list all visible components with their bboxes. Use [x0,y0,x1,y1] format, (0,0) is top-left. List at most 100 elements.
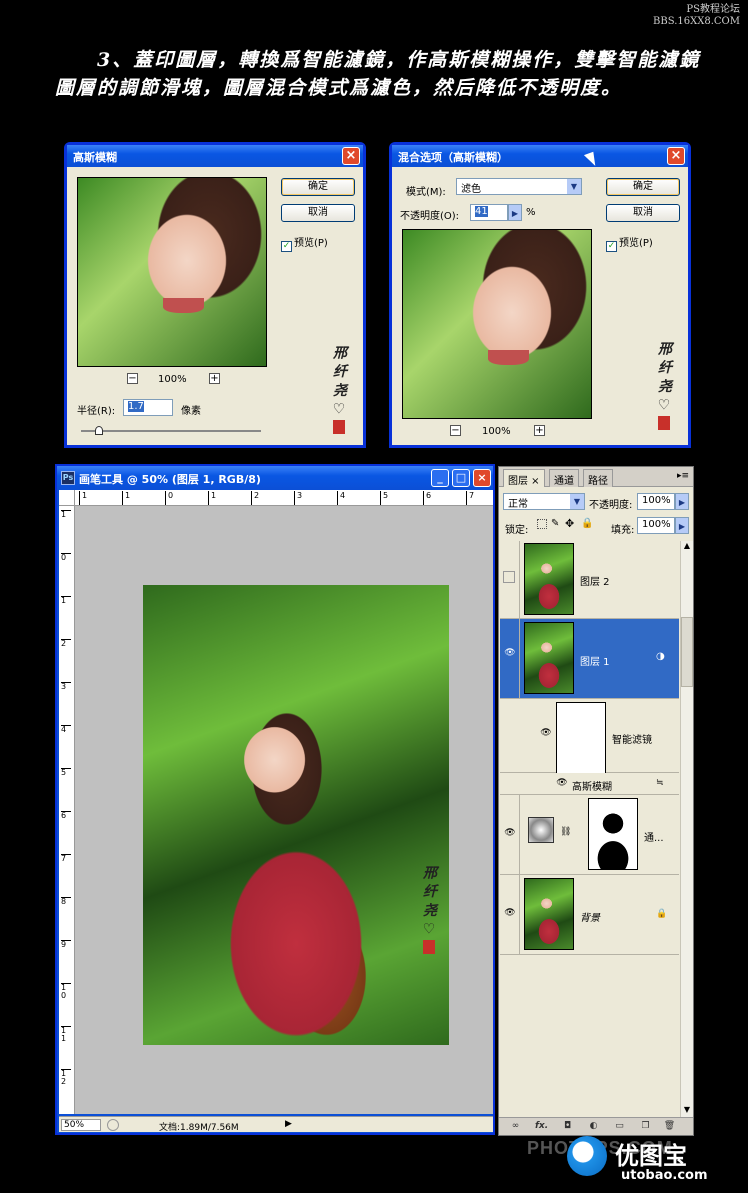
radius-slider-handle[interactable] [95,426,103,435]
ruler-tick-label: 7 [466,491,474,505]
filter-row[interactable]: 👁 高斯模糊 ≒ [500,773,679,795]
ruler-tick-label: 1 [208,491,216,505]
zoom-out-button[interactable]: − [127,373,138,384]
status-icon[interactable] [107,1119,119,1131]
zoom-in-button[interactable]: + [534,425,545,436]
ok-button[interactable]: 确定 [281,178,355,196]
document-title: 画笔工具 @ 50% (图层 1, RGB/8) [79,473,261,486]
ruler-tick-label: 1 [122,491,130,505]
lock-transparency-icon[interactable] [537,519,547,529]
fx-icon[interactable]: fx. [535,1120,548,1133]
document-photo[interactable]: 邢 纤 尧 ♡ [143,585,449,1045]
vertical-ruler[interactable]: 101234567891 01 11 2 [59,506,75,1114]
signature-stamp: 邢 纤 尧 ♡ [419,865,439,954]
layer-name[interactable]: 通... [644,829,664,844]
scroll-thumb[interactable] [681,617,693,687]
tab-layers[interactable]: 图层 × [503,469,545,487]
filter-options-icon[interactable]: ≒ [656,778,664,788]
visibility-toggle[interactable] [500,699,520,772]
filter-mask-thumbnail[interactable] [556,702,606,774]
maximize-button[interactable]: □ [452,469,470,487]
link-icon[interactable]: ⛓ [560,827,571,837]
radius-input[interactable]: 1.7 [123,399,173,416]
document-title-bar[interactable]: Ps 画笔工具 @ 50% (图层 1, RGB/8) _ □ × [57,466,493,490]
lock-all-icon[interactable]: 🔒 [581,518,593,529]
fill-input[interactable]: 100% [637,517,675,534]
layer-row[interactable]: 👁 ⛓ 通... [500,795,679,875]
lock-icon: 🔒 [656,909,668,919]
add-mask-icon[interactable]: ◘ [561,1120,574,1133]
opacity-slider-toggle[interactable]: ▶ [508,204,522,221]
layer-name[interactable]: 图层 2 [580,573,610,588]
radius-slider-track[interactable] [81,426,261,435]
scroll-up-arrow[interactable]: ▲ [681,541,693,553]
layers-scrollbar[interactable]: ▲ ▼ [680,541,693,1117]
smart-filters-label[interactable]: 智能滤镜 [612,731,652,746]
adjustment-thumbnail[interactable] [528,817,554,843]
opacity-slider-toggle[interactable]: ▶ [675,493,689,510]
mode-select[interactable]: 滤色 ▼ [456,178,582,195]
minimize-button[interactable]: _ [431,469,449,487]
layer-row[interactable]: 👁 图层 1 ◑ [500,619,679,699]
status-menu-arrow[interactable]: ▶ [285,1119,292,1129]
ruler-tick-label: 4 [61,725,71,734]
zoom-out-button[interactable]: − [450,425,461,436]
layer-mask-thumbnail[interactable] [588,798,638,870]
horizontal-ruler[interactable]: 11012345678 [75,490,517,506]
tab-channels[interactable]: 通道 [549,469,579,487]
preview-image[interactable] [402,229,592,419]
canvas-area[interactable]: 邢 纤 尧 ♡ [75,506,493,1114]
cancel-button[interactable]: 取消 [606,204,680,222]
close-button[interactable]: × [342,147,360,165]
close-button[interactable]: × [473,469,491,487]
smart-filter-row[interactable]: 👁 智能滤镜 [500,699,679,774]
zoom-in-button[interactable]: + [209,373,220,384]
layer-thumbnail[interactable] [524,878,574,950]
opacity-input[interactable]: 100% [637,493,675,510]
layer-name[interactable]: 背景 [580,909,600,924]
fill-label: 填充: [611,525,635,536]
layer-thumbnail[interactable] [524,543,574,615]
dialog-title-bar[interactable]: 混合选项（高斯模糊） × [392,145,688,167]
ruler-tick-label: 1 [79,491,87,505]
opacity-label: 不透明度: [589,500,633,511]
visibility-toggle[interactable] [500,541,520,618]
lock-label: 锁定: [505,525,529,536]
new-group-icon[interactable]: ▭ [613,1120,626,1133]
opacity-input[interactable]: 41 [470,204,508,221]
ok-button[interactable]: 确定 [606,178,680,196]
ruler-tick-label: 8 [61,897,71,906]
ruler-corner[interactable] [59,490,75,506]
dialog-title-bar[interactable]: 高斯模糊 × [67,145,363,167]
preview-checkbox[interactable]: ✓ 预览(P) [606,234,653,252]
blend-mode-select[interactable]: 正常 ▼ [503,493,585,510]
zoom-level: 100% [158,374,187,385]
panel-menu-icon[interactable]: ▸≡ [677,471,689,481]
layer-row[interactable]: 👁 背景 🔒 [500,875,679,955]
close-button[interactable]: × [667,147,685,165]
cancel-button[interactable]: 取消 [281,204,355,222]
gaussian-blur-dialog: 高斯模糊 × 确定 取消 ✓ 预览(P) − 100% + 半径(R): 1.7 … [64,142,366,448]
trash-icon[interactable]: 🗑 [663,1120,676,1133]
filter-name[interactable]: 高斯模糊 [572,778,612,793]
fill-slider-toggle[interactable]: ▶ [675,517,689,534]
lock-pixels-icon[interactable]: ✎ [551,518,559,529]
scroll-down-arrow[interactable]: ▼ [681,1105,693,1117]
layers-panel: 图层 × 通道 路径 ▸≡ 正常 ▼ 不透明度: 100% ▶ 锁定: ✎ ✥ 🔒… [498,466,694,1136]
new-layer-icon[interactable]: ❐ [639,1120,652,1133]
lock-position-icon[interactable]: ✥ [565,517,574,530]
preview-image[interactable] [77,177,267,367]
panel-tabs: 图层 × 通道 路径 ▸≡ [499,467,693,487]
link-layers-icon[interactable]: ∞ [509,1120,522,1133]
tab-paths[interactable]: 路径 [583,469,613,487]
visibility-toggle[interactable]: 👁 [500,619,520,698]
ruler-tick-label: 2 [251,491,259,505]
adjustment-layer-icon[interactable]: ◐ [587,1120,600,1133]
visibility-toggle[interactable]: 👁 [500,875,520,954]
layer-name[interactable]: 图层 1 [580,653,610,668]
preview-checkbox[interactable]: ✓ 预览(P) [281,234,328,252]
zoom-field[interactable]: 50% [61,1119,101,1131]
layer-thumbnail[interactable] [524,622,574,694]
visibility-toggle[interactable]: 👁 [500,795,520,874]
layer-row[interactable]: 图层 2 [500,541,679,619]
